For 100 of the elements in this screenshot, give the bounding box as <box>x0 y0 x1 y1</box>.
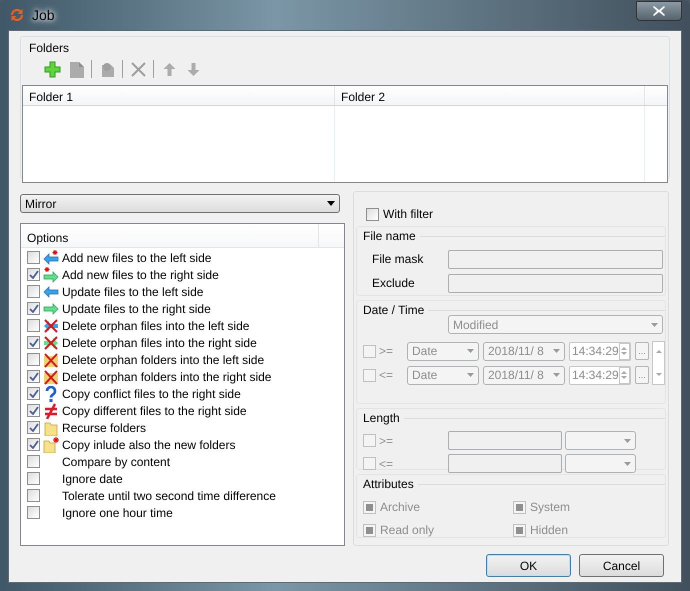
column-header[interactable]: Folder 1 <box>23 86 335 105</box>
option-label: Add new files to the right side <box>62 266 219 284</box>
unit-dropdown[interactable] <box>565 431 636 450</box>
date-picker[interactable]: 2018/11/ 8 <box>483 342 565 360</box>
option-label: Compare by content <box>62 454 170 470</box>
folder-star-icon <box>43 436 59 452</box>
text-field[interactable] <box>448 250 663 268</box>
option-label: Ignore date <box>62 470 123 488</box>
checkbox-label: Hidden <box>530 522 568 539</box>
field-label: Exclude <box>371 275 416 292</box>
caret-icon <box>467 349 474 353</box>
checkbox[interactable] <box>27 268 40 281</box>
checkbox[interactable] <box>27 387 40 400</box>
checkbox[interactable] <box>366 208 379 220</box>
option-label: Copy conflict files to the right side <box>62 386 241 402</box>
option-label: Ignore one hour time <box>62 504 173 522</box>
section-title: Length <box>363 410 400 427</box>
crossed-folder-icon <box>43 368 59 384</box>
left-arrow-icon <box>43 284 59 300</box>
checkbox[interactable] <box>363 434 376 447</box>
text-field[interactable] <box>448 454 562 473</box>
spinner-icon[interactable] <box>618 366 630 384</box>
unit-dropdown[interactable] <box>565 454 636 473</box>
checkbox[interactable] <box>27 421 40 434</box>
spinner-icon[interactable] <box>618 342 630 360</box>
checkbox[interactable] <box>27 285 40 298</box>
crossed-arrow-icon <box>43 318 59 334</box>
question-mark-icon <box>43 386 59 402</box>
date-picker[interactable]: 2018/11/ 8 <box>483 366 565 384</box>
field-label: File mask <box>371 251 424 268</box>
checkbox-label: With filter <box>383 206 434 223</box>
right-arrow-icon <box>43 300 59 316</box>
close-button[interactable] <box>636 1 682 21</box>
checkbox[interactable] <box>27 404 40 417</box>
close-icon <box>653 6 665 16</box>
caret-icon <box>553 373 560 377</box>
caret-icon <box>651 322 658 326</box>
operator-label: >= <box>379 343 394 360</box>
date-field-dropdown[interactable]: Modified <box>448 315 663 334</box>
checkbox[interactable] <box>27 319 40 332</box>
caret-icon <box>327 201 335 206</box>
scroll-spinner[interactable] <box>652 341 665 385</box>
folder-icon <box>43 420 59 436</box>
time-field[interactable]: 14:34:29 <box>569 342 631 360</box>
checkbox[interactable] <box>27 251 40 264</box>
option-label: Update files to the right side <box>62 300 211 318</box>
checkbox[interactable] <box>363 457 376 470</box>
checkbox[interactable] <box>363 500 376 514</box>
checkbox[interactable] <box>27 489 40 502</box>
time-field[interactable]: 14:34:29 <box>569 366 631 384</box>
option-label: Delete orphan files into the left side <box>62 318 250 334</box>
checkbox[interactable] <box>27 353 40 366</box>
not-equal-icon <box>43 402 59 418</box>
checkbox[interactable] <box>27 336 40 349</box>
checkbox[interactable] <box>363 524 376 536</box>
checkbox[interactable] <box>27 455 40 468</box>
mode-dropdown[interactable]: Mirror <box>20 194 340 213</box>
option-label: Add new files to the left side <box>62 250 212 266</box>
option-label: Delete orphan folders into the right side <box>62 368 272 386</box>
crossed-folder-icon <box>43 352 59 368</box>
option-label: Update files to the left side <box>62 284 204 300</box>
caret-icon <box>624 438 631 442</box>
section-title: File name <box>363 228 416 245</box>
checkbox-label: Archive <box>380 499 420 516</box>
column-header[interactable]: Folder 2 <box>335 86 645 105</box>
text-field[interactable] <box>448 274 663 292</box>
type-dropdown[interactable]: Date <box>407 342 479 360</box>
app-logo-icon <box>8 6 26 24</box>
section-title: Attributes <box>363 476 414 493</box>
arrow-star-icon <box>43 266 59 282</box>
checkbox-label: Read only <box>380 522 434 539</box>
checkbox[interactable] <box>513 524 526 536</box>
operator-label: <= <box>379 367 394 384</box>
add-button[interactable] <box>43 60 61 78</box>
option-label: Delete orphan folders into the left side <box>62 352 264 368</box>
option-label: Tolerate until two second time difference <box>62 488 276 504</box>
checkbox[interactable] <box>27 438 40 451</box>
folder-list[interactable]: Folder 1 Folder 2 <box>22 85 668 183</box>
section-title: Date / Time <box>363 302 424 319</box>
checkbox[interactable] <box>363 368 376 382</box>
checkbox[interactable] <box>363 344 376 358</box>
checkbox[interactable] <box>27 472 40 485</box>
checkbox[interactable] <box>27 302 40 315</box>
cancel-button[interactable]: Cancel <box>579 554 664 577</box>
checkbox-label: System <box>530 499 570 516</box>
option-label: Recurse folders <box>62 420 146 436</box>
type-dropdown[interactable]: Date <box>407 366 479 384</box>
text-field[interactable] <box>448 431 562 450</box>
ok-button[interactable]: OK <box>486 554 571 577</box>
window-title: Job <box>32 6 55 24</box>
caret-icon <box>467 373 474 377</box>
arrow-star-icon <box>43 250 59 266</box>
checkbox[interactable] <box>513 500 526 514</box>
checkbox[interactable] <box>27 506 40 519</box>
group-title: Folders <box>29 40 70 57</box>
operator-label: <= <box>379 456 394 472</box>
caret-icon <box>553 349 560 353</box>
option-label: Copy inlude also the new folders <box>62 436 236 454</box>
caret-icon <box>624 462 631 466</box>
checkbox[interactable] <box>27 370 40 383</box>
